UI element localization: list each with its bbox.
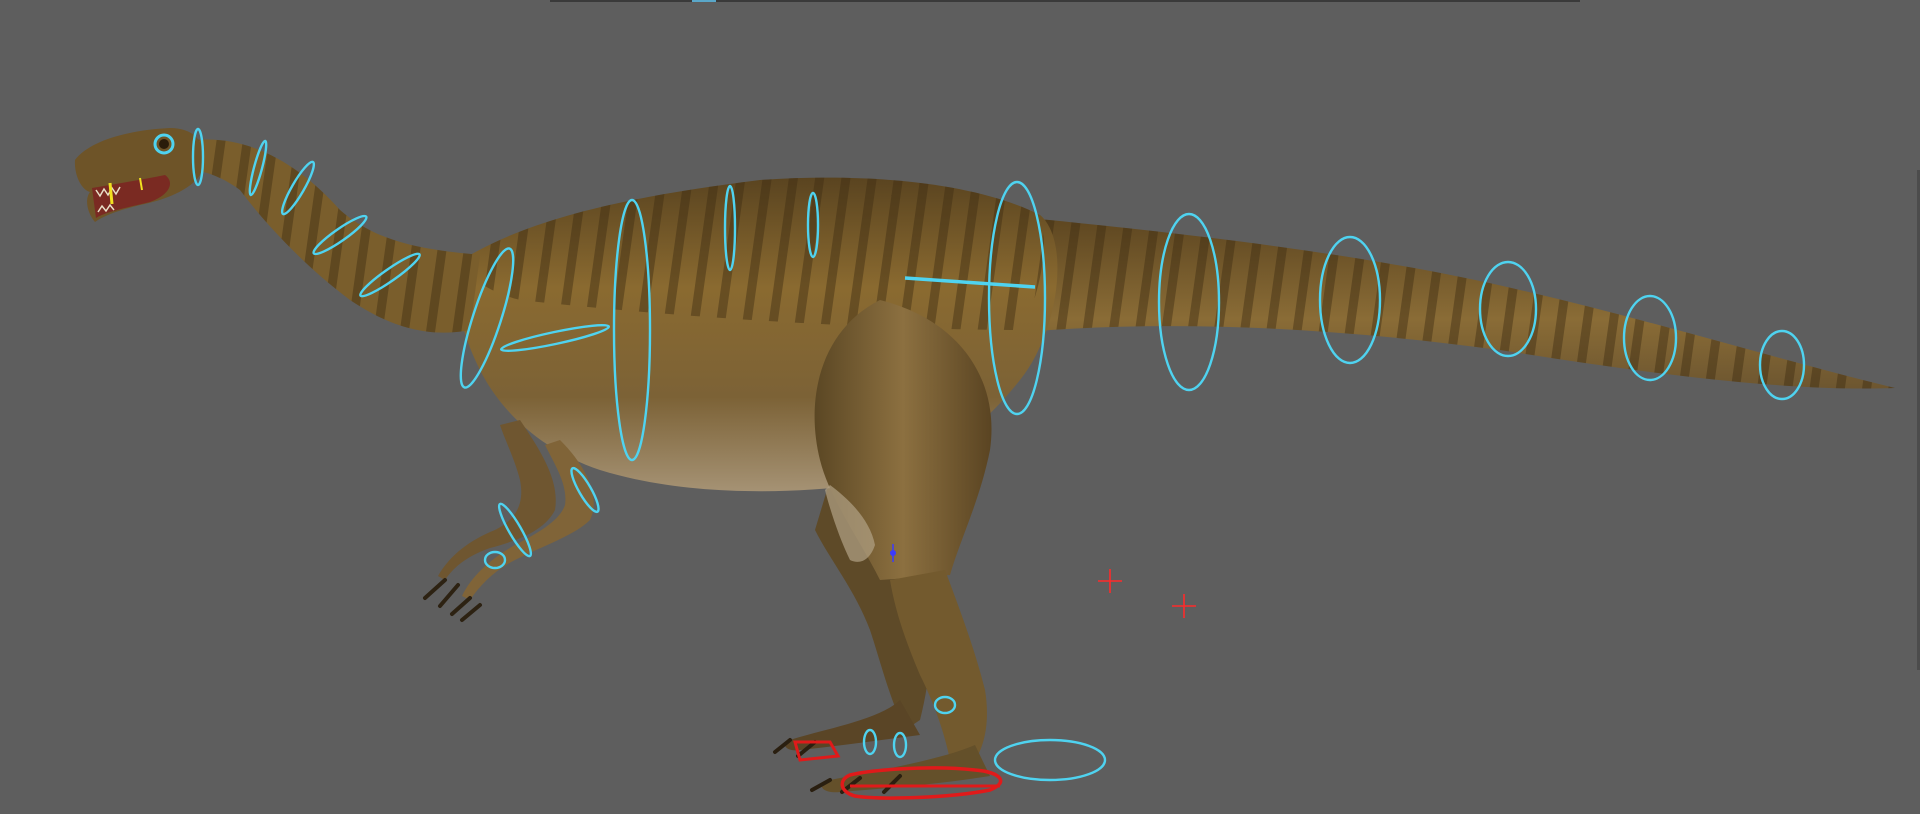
tail-stripes xyxy=(980,215,1895,389)
locator-1[interactable] xyxy=(1098,569,1122,593)
foot-roll-control[interactable] xyxy=(993,738,1107,782)
locator-2[interactable] xyxy=(1172,594,1196,618)
head xyxy=(74,128,204,222)
fore-arm xyxy=(438,420,556,580)
scene-canvas[interactable] xyxy=(0,0,1920,814)
3d-viewport[interactable] xyxy=(0,0,1920,814)
dinosaur-model[interactable] xyxy=(74,128,1895,794)
locators[interactable] xyxy=(1098,569,1196,618)
eye xyxy=(159,139,169,149)
neck-stripes xyxy=(190,139,480,333)
